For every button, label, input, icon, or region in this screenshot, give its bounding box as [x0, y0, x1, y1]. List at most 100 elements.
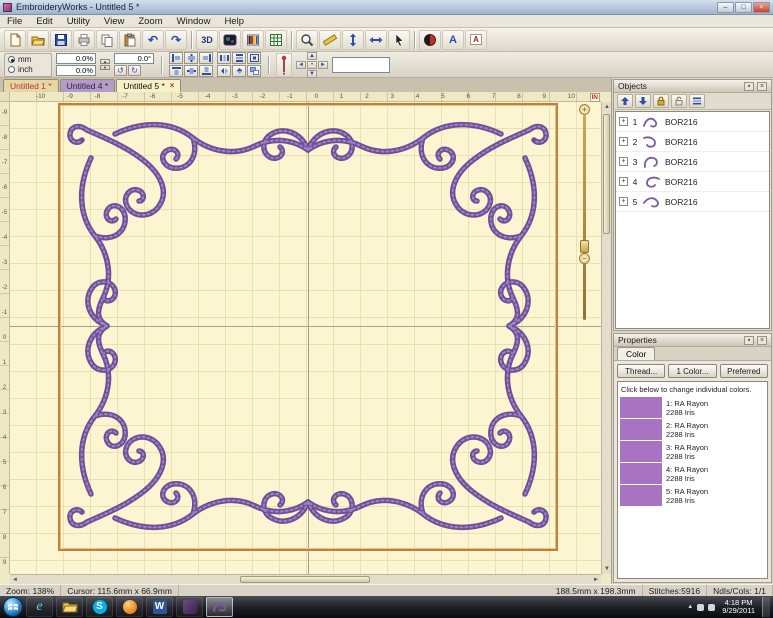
horizontal-scroll-thumb[interactable] — [240, 576, 370, 583]
close-icon[interactable]: × — [757, 336, 767, 345]
align-center-h-icon[interactable] — [184, 52, 198, 64]
thread-colors-icon[interactable] — [419, 30, 441, 50]
start-button[interactable] — [3, 597, 23, 617]
copy-icon[interactable] — [96, 30, 118, 50]
object-row[interactable]: + 5 BOR216 — [616, 192, 769, 212]
save-icon[interactable] — [50, 30, 72, 50]
unit-mm-radio[interactable]: mm — [8, 55, 48, 64]
align-right-icon[interactable] — [199, 52, 213, 64]
taskbar-purple-app-icon[interactable] — [176, 597, 203, 617]
color-row[interactable]: 3: RA Rayon 2288 Iris — [620, 441, 765, 463]
zoom-out-button[interactable]: − — [579, 253, 590, 264]
objects-panel-header[interactable]: Objects ▪ × — [614, 80, 771, 93]
taskbar-media-player-icon[interactable] — [116, 597, 143, 617]
color-swatch[interactable] — [620, 441, 662, 463]
center-design-icon[interactable] — [247, 52, 261, 64]
preferred-button[interactable]: Preferred — [720, 364, 768, 378]
select-tool-icon[interactable] — [388, 30, 410, 50]
needle-tool-icon[interactable] — [276, 53, 292, 77]
scroll-down-icon[interactable]: ▼ — [602, 564, 612, 574]
scroll-up-icon[interactable]: ▲ — [602, 102, 612, 112]
lettering-icon[interactable]: A — [442, 30, 464, 50]
y-scale-input[interactable] — [56, 65, 96, 76]
menu-edit[interactable]: Edit — [29, 16, 59, 27]
color-row[interactable]: 1: RA Rayon 2288 Iris — [620, 397, 765, 419]
thread-button[interactable]: Thread... — [617, 364, 665, 378]
unit-inch-radio[interactable]: inch — [8, 65, 48, 74]
maximize-button[interactable]: □ — [735, 2, 752, 13]
sequence-icon[interactable] — [689, 94, 705, 108]
color-swatch[interactable] — [620, 485, 662, 507]
vertical-scroll-thumb[interactable] — [603, 114, 610, 234]
flip-h-icon[interactable] — [217, 65, 231, 77]
object-row[interactable]: + 4 BOR216 — [616, 172, 769, 192]
zoom-slider-track[interactable] — [583, 115, 586, 320]
tab-close-icon[interactable]: × — [170, 82, 175, 90]
flip-v-icon[interactable] — [232, 65, 246, 77]
x-scale-input[interactable] — [56, 53, 96, 64]
expand-icon[interactable]: + — [619, 137, 628, 146]
lock-icon[interactable] — [653, 94, 669, 108]
color-row[interactable]: 5: RA Rayon 2288 Iris — [620, 485, 765, 507]
color-swatch[interactable] — [620, 463, 662, 485]
title-bar[interactable]: EmbroideryWorks - Untitled 5 * – □ × — [0, 0, 773, 15]
grid-icon[interactable] — [265, 30, 287, 50]
menu-help[interactable]: Help — [217, 16, 251, 27]
color-swatch[interactable] — [620, 397, 662, 419]
unlock-icon[interactable] — [671, 94, 687, 108]
object-row[interactable]: + 3 BOR216 — [616, 152, 769, 172]
rotation-input[interactable] — [114, 53, 154, 64]
menu-zoom[interactable]: Zoom — [131, 16, 169, 27]
nudge-down-button[interactable]: ▼ — [307, 70, 317, 78]
design-canvas[interactable]: + − — [10, 102, 601, 574]
tab-untitled-5[interactable]: Untitled 5 * × — [116, 79, 181, 92]
realistic-view-icon[interactable] — [219, 30, 241, 50]
move-down-icon[interactable] — [635, 94, 651, 108]
one-color-button[interactable]: 1 Color... — [668, 364, 716, 378]
taskbar-word-icon[interactable]: W — [146, 597, 173, 617]
embroidery-design[interactable] — [65, 108, 551, 544]
taskbar-clock[interactable]: 4:18 PM 9/29/2011 — [719, 599, 758, 616]
view-3d-button[interactable]: 3D — [196, 30, 218, 50]
close-button[interactable]: × — [753, 2, 770, 13]
vertical-scrollbar[interactable]: ▲ ▼ — [601, 102, 611, 574]
nudge-right-button[interactable]: ► — [318, 61, 328, 69]
zoom-in-button[interactable]: + — [579, 104, 590, 115]
tab-untitled-1[interactable]: Untitled 1 * — [3, 79, 59, 92]
group-icon[interactable] — [247, 65, 261, 77]
menu-view[interactable]: View — [97, 16, 131, 27]
color-row[interactable]: 2: RA Rayon 2288 Iris — [620, 419, 765, 441]
taskbar-embroideryworks-icon[interactable] — [206, 597, 233, 617]
horizontal-scrollbar[interactable]: ◄ ► — [10, 574, 601, 584]
close-icon[interactable]: × — [757, 82, 767, 91]
align-middle-v-icon[interactable] — [184, 65, 198, 77]
expand-icon[interactable]: + — [619, 197, 628, 206]
zoom-tool-icon[interactable] — [296, 30, 318, 50]
show-desktop-button[interactable] — [762, 597, 770, 617]
taskbar-skype-icon[interactable]: S — [86, 597, 113, 617]
tray-expand-icon[interactable]: ▲ — [687, 604, 693, 610]
tray-network-icon[interactable] — [697, 604, 704, 611]
align-left-icon[interactable] — [169, 52, 183, 64]
menu-file[interactable]: File — [0, 16, 29, 27]
taskbar-internet-explorer-icon[interactable]: e — [26, 597, 53, 617]
measure-tool-icon[interactable] — [319, 30, 341, 50]
properties-panel-header[interactable]: Properties ▪ × — [614, 334, 771, 347]
expand-icon[interactable]: + — [619, 117, 628, 126]
distribute-v-icon[interactable] — [232, 52, 246, 64]
tab-untitled-4[interactable]: Untitled 4 * — [60, 79, 116, 92]
menu-utility[interactable]: Utility — [60, 16, 97, 27]
align-top-icon[interactable] — [169, 65, 183, 77]
rotate-ccw-button[interactable]: ↺ — [114, 65, 127, 76]
fit-vertical-icon[interactable] — [342, 30, 364, 50]
fit-horizontal-icon[interactable] — [365, 30, 387, 50]
new-document-icon[interactable] — [4, 30, 26, 50]
nudge-left-button[interactable]: ◄ — [296, 61, 306, 69]
menu-window[interactable]: Window — [170, 16, 218, 27]
color-palette-icon[interactable] — [242, 30, 264, 50]
undo-icon[interactable]: ↶ — [142, 30, 164, 50]
tab-color[interactable]: Color — [617, 347, 655, 360]
object-row[interactable]: + 2 BOR216 — [616, 132, 769, 152]
scale-spin-up[interactable]: ▲ — [100, 59, 110, 64]
text-edit-icon[interactable]: A — [465, 30, 487, 50]
